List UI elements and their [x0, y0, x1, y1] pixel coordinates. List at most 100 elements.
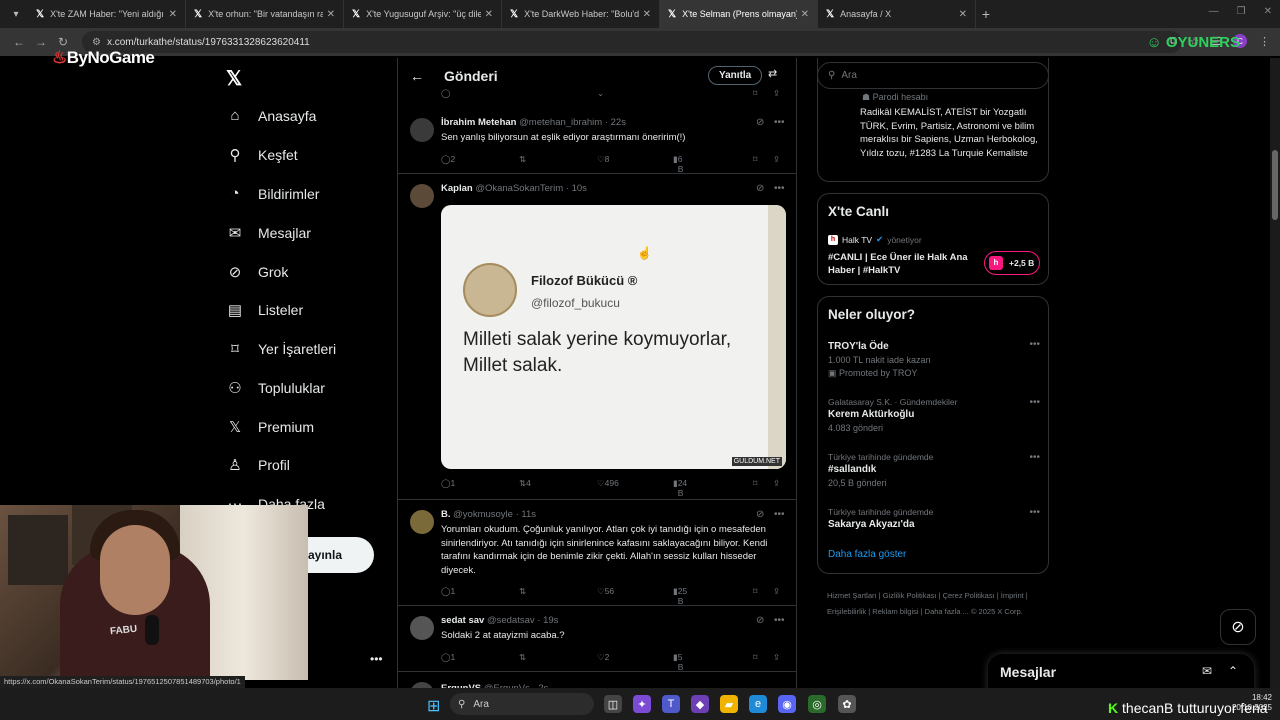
- share-icon[interactable]: ⇪: [773, 88, 780, 99]
- retweet-icon[interactable]: ⇅: [519, 586, 526, 597]
- author-name[interactable]: Kaplan: [441, 183, 473, 194]
- reload-icon[interactable]: ↻: [52, 35, 74, 49]
- expand-icon[interactable]: ⌃: [1228, 664, 1238, 678]
- share-icon[interactable]: ⇪: [773, 478, 780, 489]
- image-tweet[interactable]: Kaplan @OkanaSokanTerim · 10s ⊘ ••• Filo…: [398, 174, 796, 500]
- like-count[interactable]: ♡ 2: [597, 652, 609, 663]
- grok-explain-icon[interactable]: ⊘: [756, 509, 764, 520]
- scrollbar-thumb[interactable]: [1272, 150, 1278, 220]
- more-icon[interactable]: •••: [1029, 452, 1040, 463]
- author-handle[interactable]: @sedatsav: [487, 615, 535, 626]
- grok-explain-icon[interactable]: ⊘: [756, 117, 764, 128]
- forward-icon[interactable]: →: [30, 35, 52, 49]
- views-count[interactable]: ▮ 24 B: [673, 478, 687, 498]
- share-icon[interactable]: ⇪: [773, 652, 780, 663]
- footer-links[interactable]: Hizmet Şartları | Gizlilik Politikası | …: [827, 588, 1047, 620]
- like-count[interactable]: ♡ 8: [597, 154, 609, 165]
- browser-tab[interactable]: 𝕏 X'te DarkWeb Haber: "Bolu'da ✕: [502, 0, 660, 28]
- views-count[interactable]: ▮ 6 B: [673, 154, 683, 174]
- reply-count[interactable]: ◯ 1: [441, 478, 455, 489]
- reply-tweet[interactable]: B. @yokmusoyle · 11s ⊘ ••• Yorumları oku…: [398, 500, 796, 606]
- author-handle[interactable]: @yokmusoyle: [453, 509, 513, 520]
- settings-icon[interactable]: ⇄: [768, 67, 777, 80]
- bookmark-icon[interactable]: ⌑: [753, 88, 757, 99]
- app-icon[interactable]: ◆: [691, 695, 709, 713]
- retweet-icon[interactable]: ⇅: [519, 652, 526, 663]
- close-icon[interactable]: ✕: [327, 9, 335, 20]
- grok-explain-icon[interactable]: ⊘: [756, 615, 764, 626]
- browser-tab[interactable]: 𝕏 X'te orhun: "Bir vatandaşın racı ✕: [186, 0, 344, 28]
- trend-item[interactable]: TROY'la Öde 1.000 TL nakit iade kazan ▣ …: [828, 339, 1040, 379]
- more-icon[interactable]: •••: [774, 509, 785, 520]
- browser-tab[interactable]: 𝕏 Anasayfa / X ✕: [818, 0, 976, 28]
- browser-tab[interactable]: 𝕏 X'te ZAM Haber: "Yeni aldığı ev ✕: [28, 0, 186, 28]
- more-icon[interactable]: •••: [774, 183, 785, 194]
- close-icon[interactable]: ✕: [959, 9, 967, 20]
- bookmark-icon[interactable]: ⌑: [753, 478, 757, 489]
- avatar[interactable]: [410, 616, 434, 640]
- teams-icon[interactable]: T: [662, 695, 680, 713]
- search-input[interactable]: ⚲ Ara: [817, 62, 1049, 89]
- reply-count[interactable]: ◯ 1: [441, 586, 455, 597]
- windows-start-icon[interactable]: ⊞: [427, 696, 440, 716]
- live-source[interactable]: h Halk TV ✔ yönetiyor: [828, 234, 922, 245]
- x-home-logo[interactable]: 𝕏: [226, 66, 242, 91]
- close-window-icon[interactable]: ✕: [1264, 6, 1272, 17]
- tweet-time[interactable]: 10s: [572, 183, 587, 194]
- url-field[interactable]: ⚙ x.com/turkathe/status/1976331328623620…: [82, 31, 1182, 53]
- close-icon[interactable]: ✕: [169, 9, 177, 20]
- bookmark-icon[interactable]: ⌑: [753, 154, 757, 165]
- grok-explain-icon[interactable]: ⊘: [756, 183, 764, 194]
- retweet-icon[interactable]: ⇅: [519, 154, 526, 165]
- reply-icon[interactable]: ◯: [441, 88, 451, 99]
- bookmark-icon[interactable]: ⌑: [753, 652, 757, 663]
- author-handle[interactable]: @metehan_ibrahim: [519, 117, 602, 128]
- avatar[interactable]: [410, 510, 434, 534]
- discord-icon[interactable]: ◉: [778, 695, 796, 713]
- close-icon[interactable]: ✕: [485, 9, 493, 20]
- reply-tweet[interactable]: sedat sav @sedatsav · 19s ⊘ ••• Soldaki …: [398, 606, 796, 672]
- account-more-icon[interactable]: •••: [370, 652, 383, 666]
- live-show-title[interactable]: #CANLI | Ece Üner ile Halk Ana Haber | #…: [828, 251, 968, 277]
- nav-item-bookmarks[interactable]: ⌑ Yer İşaretleri: [226, 340, 336, 358]
- back-icon[interactable]: ←: [8, 35, 30, 49]
- site-info-icon[interactable]: ⚙: [92, 37, 101, 48]
- author-handle[interactable]: @OkanaSokanTerim: [475, 183, 563, 194]
- nav-item-explore[interactable]: ⚲ Keşfet: [226, 146, 298, 164]
- nav-item-messages[interactable]: ✉ Mesajlar: [226, 224, 311, 242]
- restore-icon[interactable]: ❐: [1237, 6, 1246, 17]
- close-icon[interactable]: ✕: [801, 9, 809, 20]
- file-explorer-icon[interactable]: ▰: [720, 695, 738, 713]
- reply-tweet[interactable]: İbrahim Metehan @metehan_ibrahim · 22s ⊘…: [398, 108, 796, 174]
- nav-item-profile[interactable]: ♙ Profil: [226, 456, 290, 474]
- retweet-count[interactable]: ⇅ 4: [519, 478, 531, 489]
- bookmark-icon[interactable]: ⌑: [753, 586, 757, 597]
- share-icon[interactable]: ⇪: [773, 586, 780, 597]
- live-listeners-pill[interactable]: h +2,5 B: [984, 251, 1040, 275]
- more-icon[interactable]: •••: [774, 117, 785, 128]
- reply-button[interactable]: Yanıtla: [708, 66, 763, 85]
- minimize-icon[interactable]: —: [1209, 6, 1219, 17]
- like-icon[interactable]: ⌄: [597, 88, 604, 99]
- close-icon[interactable]: ✕: [643, 9, 651, 20]
- views-count[interactable]: ▮ 5 B: [673, 652, 683, 672]
- more-icon[interactable]: •••: [1029, 397, 1040, 408]
- more-icon[interactable]: •••: [1029, 339, 1040, 350]
- taskbar-search[interactable]: ⚲ Ara: [450, 693, 594, 715]
- new-message-icon[interactable]: ✉: [1202, 664, 1212, 678]
- tab-search-button[interactable]: ▾: [4, 4, 28, 24]
- reply-count[interactable]: ◯ 2: [441, 154, 455, 165]
- author-name[interactable]: İbrahim Metehan: [441, 117, 517, 128]
- grok-fab-icon[interactable]: ⊘: [1220, 609, 1256, 645]
- browser-tab-active[interactable]: 𝕏 X'te Selman (Prens olmayan): " ✕: [660, 0, 818, 28]
- tweet-time[interactable]: 11s: [521, 509, 536, 520]
- new-tab-button[interactable]: +: [976, 6, 996, 22]
- trend-item[interactable]: Galatasaray S.K. · Gündemdekiler Kerem A…: [828, 397, 1040, 433]
- tweet-time[interactable]: 22s: [611, 117, 626, 128]
- more-vert-icon[interactable]: ⋮: [1259, 35, 1270, 48]
- more-icon[interactable]: •••: [774, 615, 785, 626]
- trend-item[interactable]: Türkiye tarihinde gündemde #sallandık 20…: [828, 452, 1040, 488]
- author-name[interactable]: B.: [441, 509, 451, 520]
- tweet-image[interactable]: Filozof Bükücü ® @filozof_bukucu Milleti…: [441, 205, 786, 469]
- trend-item[interactable]: Türkiye tarihinde gündemde Sakarya Akyaz…: [828, 507, 1040, 530]
